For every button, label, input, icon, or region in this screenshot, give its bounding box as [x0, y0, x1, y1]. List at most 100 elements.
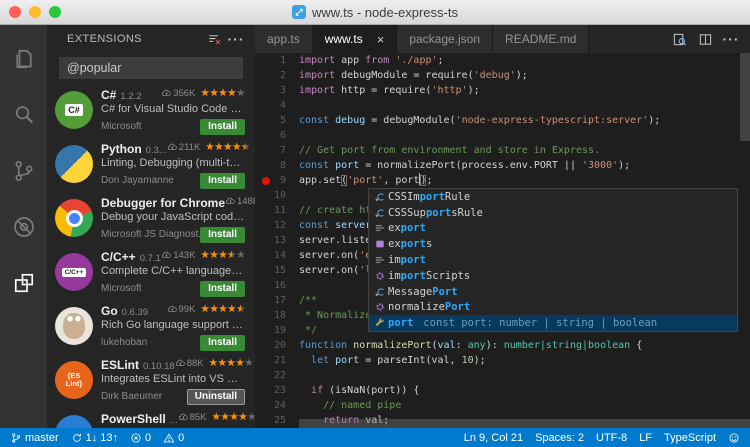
status-item-lf[interactable]: LF: [639, 432, 652, 444]
download-count: 88K: [186, 358, 204, 369]
install-button[interactable]: Install: [200, 118, 245, 135]
extension-publisher: Microsoft: [101, 283, 142, 294]
suggest-item[interactable]: export: [369, 221, 737, 237]
suggest-item-label: import: [388, 254, 426, 267]
status-item-utf-8[interactable]: UTF-8: [596, 432, 627, 444]
suggest-item-label: port: [388, 317, 414, 330]
extension-description: Linting, Debugging (multi-thr...: [101, 157, 245, 169]
class-icon: [372, 207, 388, 219]
suggest-item[interactable]: normalizePort: [369, 299, 737, 315]
extension-list-item[interactable]: {ESLint} ESLint 0.10.18 88K ★★★★★★★★★★ Integr…: [47, 355, 255, 409]
code-line: 6: [255, 128, 750, 143]
more-actions-icon[interactable]: ···: [718, 31, 744, 47]
extension-publisher: Dirk Baeumer: [101, 391, 163, 402]
open-preview-icon[interactable]: [666, 32, 692, 47]
line-number: 14: [273, 250, 286, 261]
minimize-window-button[interactable]: [29, 6, 41, 18]
suggest-item[interactable]: import: [369, 252, 737, 268]
status-item-ln-9-col-21[interactable]: Ln 9, Col 21: [464, 432, 523, 444]
wrench-icon: [372, 317, 388, 329]
status-item-1-13-[interactable]: 1↓ 13↑: [71, 432, 118, 444]
line-number: 23: [273, 385, 286, 396]
smiley-icon: [728, 432, 740, 444]
activity-bar-item-source-control[interactable]: [0, 143, 47, 199]
extension-version: 0.3...: [145, 145, 167, 156]
install-button[interactable]: Install: [200, 172, 245, 189]
extension-list-item[interactable]: Python0.3... 211K ★★★★★★★★★★ Linting, Debug…: [47, 139, 255, 193]
suggest-item[interactable]: CSSSupportsRule: [369, 205, 737, 221]
line-number: 4: [279, 100, 286, 111]
extension-list-item[interactable]: C/C++C/C++0.7.1143K★★★★★★★★★★Complete C/…: [47, 247, 255, 301]
extension-rating: ★★★★★★★★★★: [205, 141, 250, 154]
download-icon: [225, 196, 236, 207]
code-text: import debugModule = require('debug');: [299, 70, 528, 81]
editor-horizontal-scrollbar[interactable]: [299, 419, 750, 428]
code-line: 1 import app from './app';: [255, 53, 750, 68]
extension-downloads: 211K: [167, 142, 200, 153]
extension-list-item[interactable]: Go0.6.39 99K ★★★★★★★★★★ Rich Go language su…: [47, 301, 255, 355]
status-label: 0: [145, 431, 152, 444]
close-window-button[interactable]: [9, 6, 21, 18]
code-text: */: [299, 325, 318, 336]
tab-README.md[interactable]: README.md: [493, 25, 590, 53]
clear-extensions-filter-icon[interactable]: [203, 29, 225, 49]
split-editor-icon[interactable]: [692, 32, 718, 47]
suggest-item[interactable]: exports: [369, 236, 737, 252]
activity-bar-item-debug[interactable]: [0, 199, 47, 255]
extension-list-item[interactable]: C#C#1.2.2356K★★★★★★★★★★C# for Visual Stu…: [47, 85, 255, 139]
eslint-extension-icon: {ES Lint}: [55, 361, 93, 399]
tab-app.ts[interactable]: app.ts: [255, 25, 313, 53]
code-editor[interactable]: 1 import app from './app'; 2 import debugMo…: [255, 53, 750, 428]
suggest-item[interactable]: MessagePort: [369, 284, 737, 300]
suggest-item-label: MessagePort: [388, 285, 458, 298]
code-text: const debug = debugModule('node-express-…: [299, 115, 661, 126]
extension-list-item[interactable]: >_PowerShell...85K★★★★★★★★★★Develop Powe…: [47, 409, 255, 428]
status-item-0[interactable]: 0: [163, 432, 184, 444]
extension-rating: ★★★★★★★★★★: [200, 249, 245, 262]
install-button[interactable]: Install: [200, 226, 245, 243]
activity-bar-item-extensions[interactable]: [0, 255, 47, 311]
keyword-icon: [372, 254, 388, 266]
download-icon: [175, 358, 186, 369]
sidebar-more-actions-icon[interactable]: ···: [225, 29, 247, 49]
suggest-item[interactable]: importScripts: [369, 268, 737, 284]
extension-publisher: Microsoft JS Diagnost...: [101, 229, 201, 240]
sync-icon: [71, 432, 83, 444]
extension-description: Debug your JavaScript code i...: [101, 211, 245, 223]
status-label: 0: [178, 431, 185, 444]
tab-package.json[interactable]: package.json: [397, 25, 494, 53]
code-text: app.set('port', port);: [299, 173, 433, 186]
code-line: 5 const debug = debugModule('node-express…: [255, 113, 750, 128]
line-number: 21: [273, 355, 286, 366]
status-label: UTF-8: [596, 431, 628, 444]
extension-rating: ★★★★★★★★★★: [200, 303, 245, 316]
status-item[interactable]: [728, 432, 740, 444]
explorer-icon: [12, 47, 36, 71]
extensions-search-input[interactable]: [59, 57, 243, 79]
tab-www.ts[interactable]: www.ts ×: [312, 25, 398, 53]
suggest-item[interactable]: port const port: number | string | boolea…: [369, 315, 737, 332]
status-item-0[interactable]: 0: [130, 432, 151, 444]
status-item-spaces-2[interactable]: Spaces: 2: [535, 432, 584, 444]
zoom-window-button[interactable]: [49, 6, 61, 18]
line-number: 22: [273, 370, 286, 381]
code-text: // Get port from environment and store i…: [299, 145, 601, 156]
activity-bar-item-explorer[interactable]: [0, 31, 47, 87]
extension-description: Complete C/C++ language su...: [101, 265, 245, 277]
install-button[interactable]: Install: [200, 334, 245, 351]
editor-vertical-scrollbar[interactable]: [740, 53, 750, 141]
line-number: 10: [273, 190, 286, 201]
status-item-typescript[interactable]: TypeScript: [664, 432, 716, 444]
close-tab-icon[interactable]: ×: [377, 32, 385, 47]
code-line: 8 const port = normalizePort(process.env.…: [255, 158, 750, 173]
activity-bar-item-search[interactable]: [0, 87, 47, 143]
suggest-item[interactable]: CSSImportRule: [369, 189, 737, 205]
code-line: 9 app.set('port', port);: [255, 173, 750, 188]
status-item-master[interactable]: master: [10, 432, 59, 444]
breakpoint-icon[interactable]: [262, 176, 270, 185]
install-button[interactable]: Install: [200, 280, 245, 297]
download-count: 85K: [189, 412, 207, 423]
extension-list-item[interactable]: Debugger for Chrome 148K Debug your JavaSc…: [47, 193, 255, 247]
uninstall-button[interactable]: Uninstall: [186, 388, 245, 405]
download-count: 356K: [173, 88, 196, 99]
